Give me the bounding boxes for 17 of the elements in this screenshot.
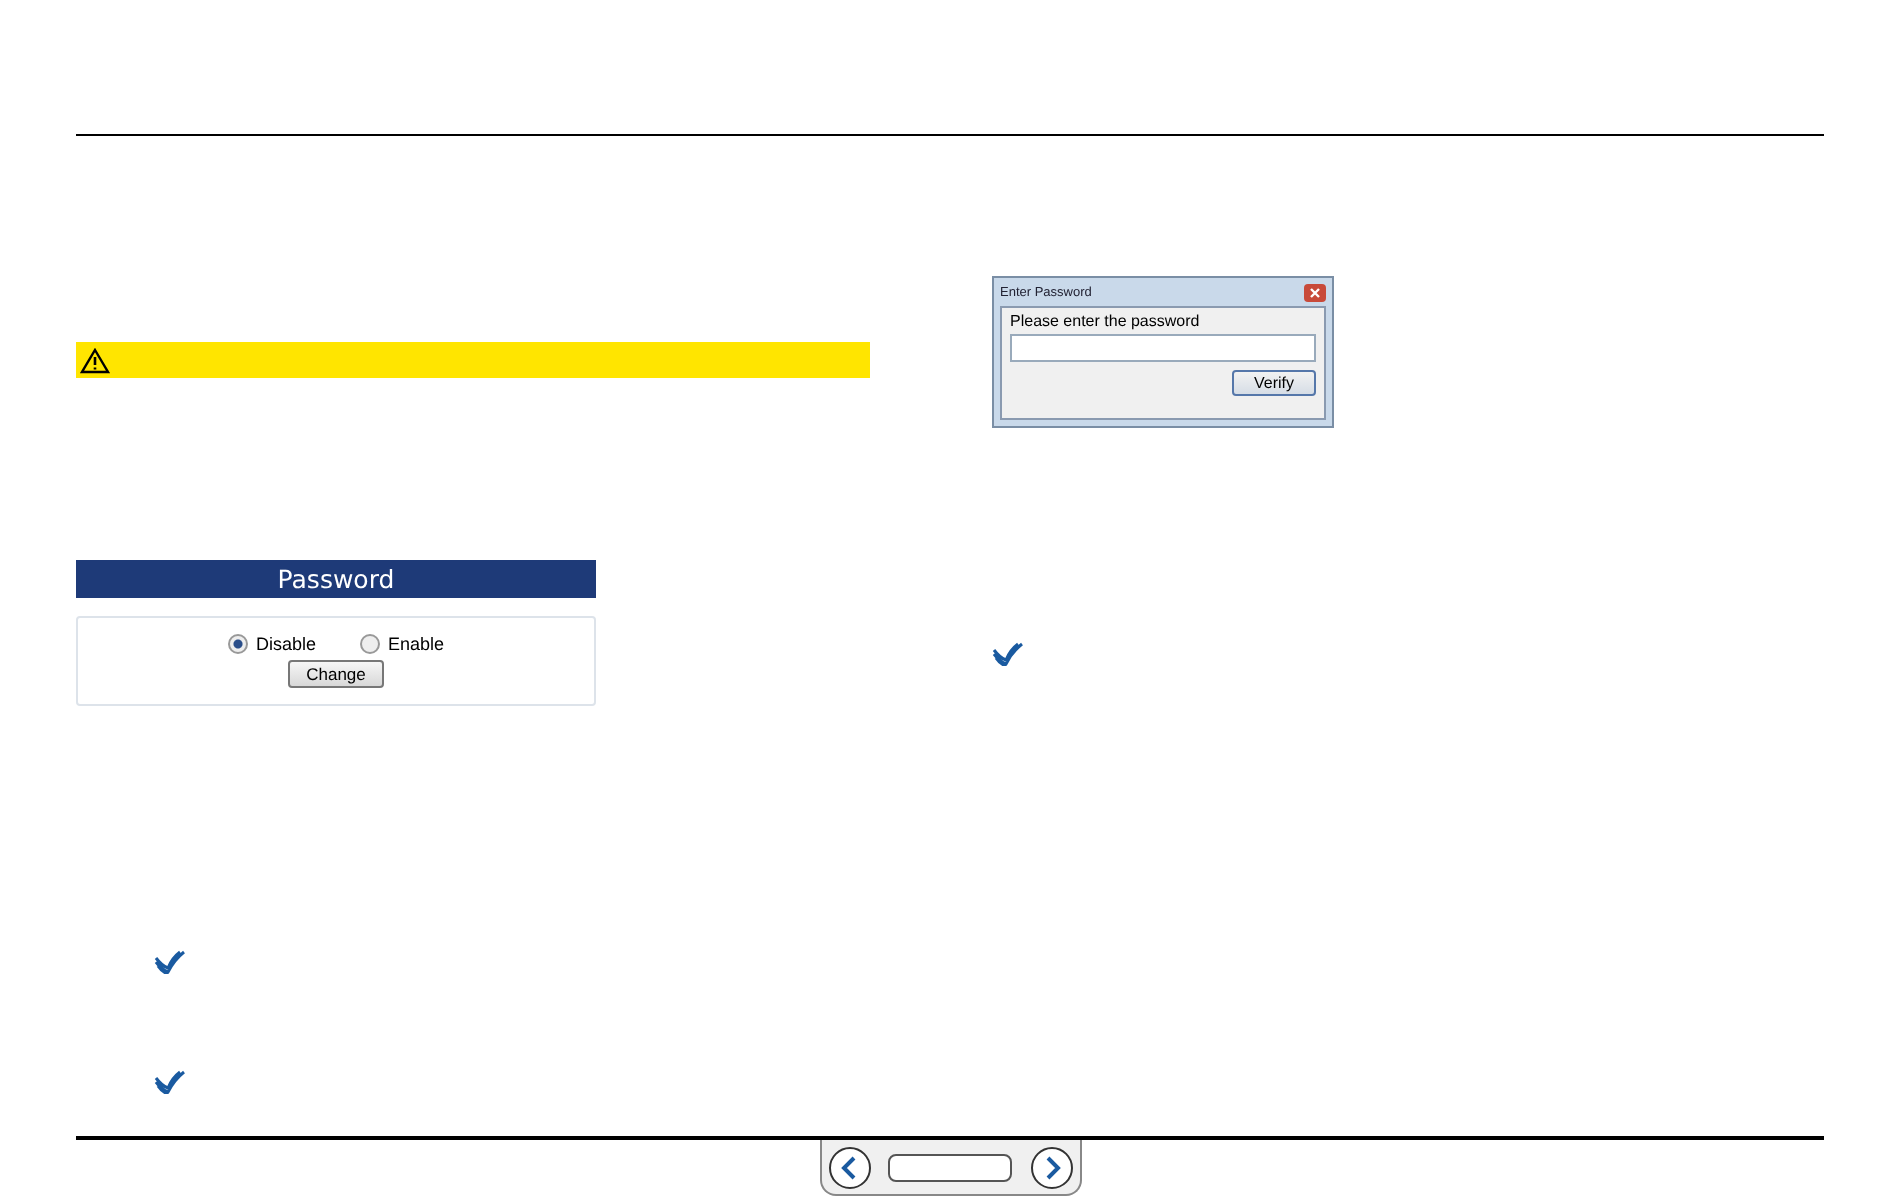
check-icon <box>992 642 1024 666</box>
password-field[interactable] <box>1010 334 1316 362</box>
radio-label: Disable <box>255 634 316 654</box>
radio-button[interactable] <box>227 634 248 654</box>
change-button[interactable]: Change <box>288 660 384 688</box>
panel-title: Password <box>76 560 596 598</box>
radio-button[interactable] <box>359 634 380 654</box>
dialog-prompt: Please enter the password <box>1010 312 1202 330</box>
warning-icon <box>80 347 110 373</box>
next-icon[interactable] <box>1029 1145 1073 1189</box>
previous-icon[interactable] <box>827 1145 871 1189</box>
close-icon[interactable] <box>1304 283 1326 301</box>
radio-label: Enable <box>387 634 445 654</box>
check-icon <box>154 950 186 974</box>
verify-button[interactable]: Verify <box>1231 370 1316 396</box>
check-icon <box>154 1070 186 1094</box>
page-field[interactable] <box>888 1153 1012 1181</box>
